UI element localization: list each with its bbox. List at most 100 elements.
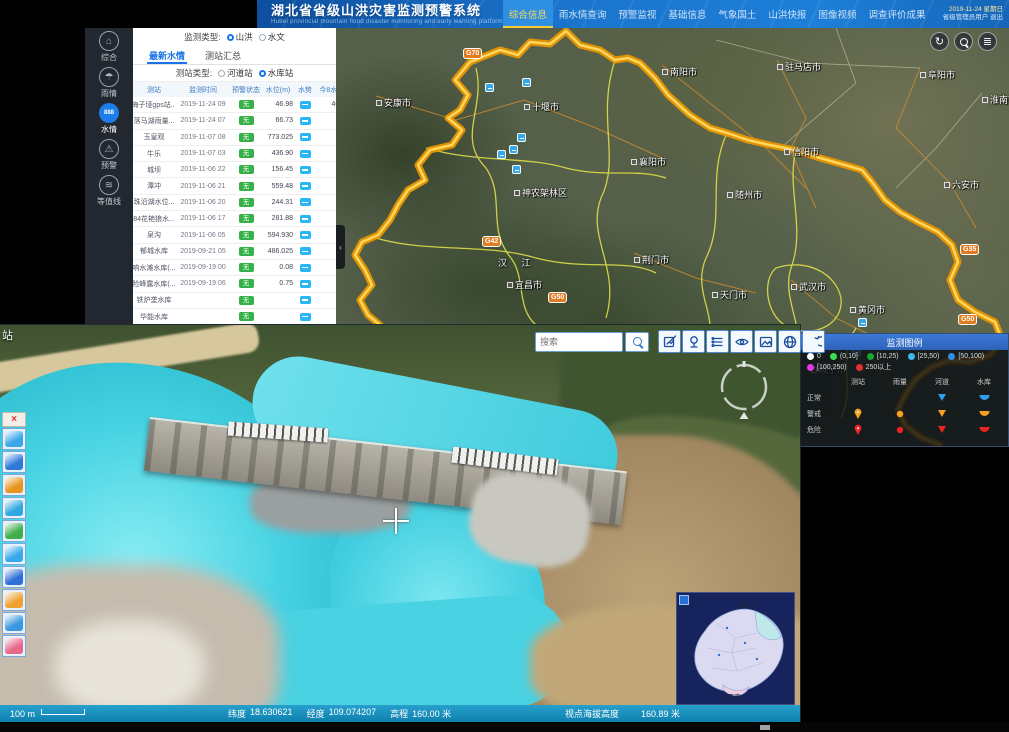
monitor-time: 2019-11-06 05 <box>175 232 231 239</box>
nav-item-5[interactable]: 气象国土 <box>712 0 762 28</box>
eye-button[interactable] <box>730 330 753 353</box>
globe-button[interactable] <box>778 330 801 353</box>
table-row[interactable]: 险峰露水库(...2019-09-19 06无0.75 <box>133 276 336 292</box>
alt-label: 高程 <box>390 707 408 720</box>
camera-button[interactable] <box>682 330 705 353</box>
water-station-marker[interactable] <box>517 133 526 142</box>
view-alt-value: 160.89 米 <box>641 707 680 720</box>
compass[interactable] <box>715 360 773 422</box>
table-row[interactable]: 华能水库无 <box>133 309 336 325</box>
water-station-marker[interactable] <box>509 145 518 154</box>
table-row[interactable]: 84花艳狼水...2019-11-06 17无281.88 <box>133 211 336 227</box>
layers-tool[interactable]: ≣ <box>978 32 997 51</box>
sidebar-item-3[interactable]: 888水情 <box>85 100 133 136</box>
nav-item-3[interactable]: 预警监视 <box>612 0 662 28</box>
water-station-marker[interactable] <box>497 150 506 159</box>
tab-1[interactable]: 最新水情 <box>147 46 187 64</box>
water-level: 0.75 <box>261 280 295 287</box>
radio-option[interactable]: 山洪 <box>227 31 253 43</box>
globe-icon <box>782 334 798 350</box>
blur-white-patch <box>55 620 205 705</box>
city-icon <box>376 100 382 106</box>
list-button[interactable] <box>706 330 729 353</box>
sidebar-item-5[interactable]: ≋等值线 <box>85 172 133 208</box>
sidebar-item-1[interactable]: ⌂综合 <box>85 28 133 64</box>
snapshot-icon <box>758 334 774 350</box>
search-input[interactable] <box>535 332 623 352</box>
overview-map[interactable]: 海口市 三亚市 <box>676 592 795 705</box>
station-name: 郁城水库 <box>133 246 175 256</box>
legend-titlebar[interactable]: 监测图例 <box>801 334 1008 350</box>
undo-button[interactable] <box>802 330 825 353</box>
table-row[interactable]: 玉皇观2019-11-07 08无773.025 <box>133 130 336 146</box>
sidebar-item-4[interactable]: ⚠预警 <box>85 136 133 172</box>
table-row[interactable]: 郁城水库2019-09-21 05无486.025 <box>133 244 336 260</box>
city-label: 信阳市 <box>784 145 819 158</box>
sediment-tool[interactable] <box>2 589 26 611</box>
vortex-gauge-tool[interactable] <box>2 520 26 542</box>
flood-area-tool[interactable] <box>2 566 26 588</box>
water-level: 156.45 <box>261 166 295 173</box>
table-row[interactable]: 泉沟2019-11-06 05无594.930 <box>133 227 336 243</box>
inset-expand-button[interactable] <box>679 595 689 605</box>
header-user[interactable]: 省级管理员用户 退出 <box>931 14 1003 22</box>
water-station-marker[interactable] <box>512 165 521 174</box>
warning-tool[interactable] <box>2 635 26 657</box>
contour-icon: ≋ <box>99 175 119 195</box>
nav-item-1[interactable]: 综合信息 <box>503 0 553 28</box>
nav-item-8[interactable]: 调查评价成果 <box>862 0 931 28</box>
table-row[interactable]: 珠沿湖水位...2019-11-06 20无244.31 <box>133 195 336 211</box>
wave-grid-tool[interactable] <box>2 497 26 519</box>
city-label: 宜昌市 <box>507 278 542 291</box>
lat-value: 18.630621 <box>250 707 293 720</box>
water-station-marker[interactable] <box>858 318 867 327</box>
city-icon <box>982 97 988 103</box>
viewer-3d-window[interactable]: 站 × <box>0 325 800 722</box>
radio-option[interactable]: 水库站 <box>259 67 294 79</box>
nav-item-6[interactable]: 山洪快报 <box>762 0 812 28</box>
warning-status: 无 <box>231 296 261 305</box>
search-tool[interactable] <box>954 32 973 51</box>
sidebar-item-2[interactable]: ☂雨情 <box>85 64 133 100</box>
close-icon[interactable]: × <box>2 412 26 427</box>
sidebar-item-label: 预警 <box>101 160 117 171</box>
panel-collapse-handle[interactable]: ‹ <box>336 225 345 269</box>
table-row[interactable]: 响水滩水库(...2019-09-19 00无0.08 <box>133 260 336 276</box>
radio-option[interactable]: 水文 <box>259 31 285 43</box>
legend-empty-cell <box>837 391 879 404</box>
station-name: 牛乐 <box>133 149 175 159</box>
trend-steady-icon <box>300 117 311 125</box>
snapshot-button[interactable] <box>754 330 777 353</box>
water-station-marker[interactable] <box>522 78 531 87</box>
rotate-tool[interactable]: ↻ <box>930 32 949 51</box>
table-row[interactable]: 梅子垭gps站...2019-11-24 09无46.9846.99 <box>133 97 336 113</box>
station-data-panel: 监测类型:山洪水文 最新水情测站汇总 测站类型:河道站水库站 测站监测时间预警状… <box>133 28 336 325</box>
radio-option[interactable]: 河道站 <box>218 67 253 79</box>
rainfall-tool[interactable] <box>2 428 26 450</box>
legend-label: [25,50) <box>918 353 940 360</box>
whirlpool-tool[interactable] <box>2 451 26 473</box>
water-trend <box>295 231 315 239</box>
nav-item-7[interactable]: 图像视频 <box>812 0 862 28</box>
status-badge: 无 <box>239 214 254 223</box>
table-row[interactable]: 城坝2019-11-06 22无156.45 <box>133 162 336 178</box>
legend-half-icon <box>963 407 1005 420</box>
splash-tool[interactable] <box>2 543 26 565</box>
table-row[interactable]: 牛乐2019-11-07 03无436.90 <box>133 146 336 162</box>
table-row[interactable]: 铁炉垄水库无 <box>133 293 336 309</box>
radio-label: 河道站 <box>227 67 253 79</box>
nav-item-2[interactable]: 雨水情查询 <box>553 0 613 28</box>
table-row[interactable]: 潭冲2019-11-06 21无559.48 <box>133 178 336 194</box>
nav-item-4[interactable]: 基础信息 <box>662 0 712 28</box>
trend-steady-icon <box>300 133 311 141</box>
typhoon-tool[interactable] <box>2 474 26 496</box>
table-row[interactable]: 落马湖雨量...2019-11-24 07无66.73 <box>133 113 336 129</box>
search-button[interactable] <box>625 332 649 352</box>
legend-dot <box>807 353 814 360</box>
status-badge: 无 <box>239 198 254 207</box>
draw-chart-button[interactable] <box>658 330 681 353</box>
tab-2[interactable]: 测站汇总 <box>203 46 243 64</box>
water-station-marker[interactable] <box>485 83 494 92</box>
legend-row-label: 正常 <box>807 391 837 404</box>
viewshed-tool[interactable] <box>2 612 26 634</box>
